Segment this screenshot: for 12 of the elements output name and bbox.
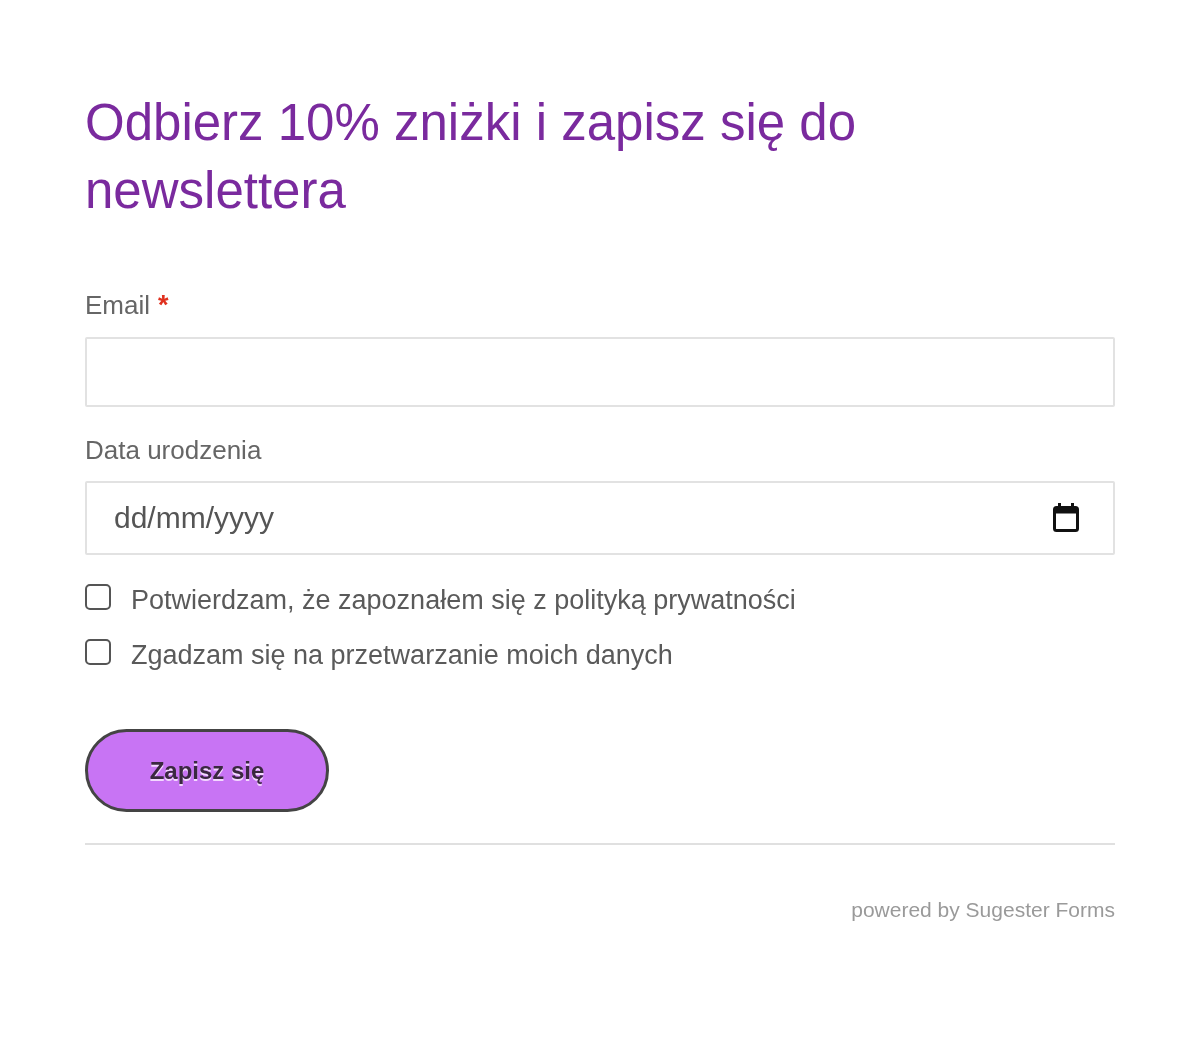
- form-heading: Odbierz 10% zniżki i zapisz się do newslettera: [85, 93, 857, 221]
- field-label: Data urodzenia: [85, 434, 262, 467]
- checkbox-label[interactable]: Zgadzam się na przetwarzanie moich danych: [131, 638, 673, 672]
- checkbox[interactable]: [85, 639, 111, 665]
- required-mark: *: [158, 289, 169, 322]
- date-field[interactable]: dd/mm/yyyy: [85, 481, 1115, 555]
- submit-button[interactable]: Zapisz się: [85, 729, 329, 812]
- checkbox[interactable]: [85, 584, 111, 610]
- email-field[interactable]: [85, 337, 1115, 407]
- calendar-icon[interactable]: [1053, 503, 1079, 532]
- field-label: Email: [85, 289, 150, 322]
- checkbox-label[interactable]: Potwierdzam, że zapoznałem się z polityką prywatności: [131, 583, 796, 617]
